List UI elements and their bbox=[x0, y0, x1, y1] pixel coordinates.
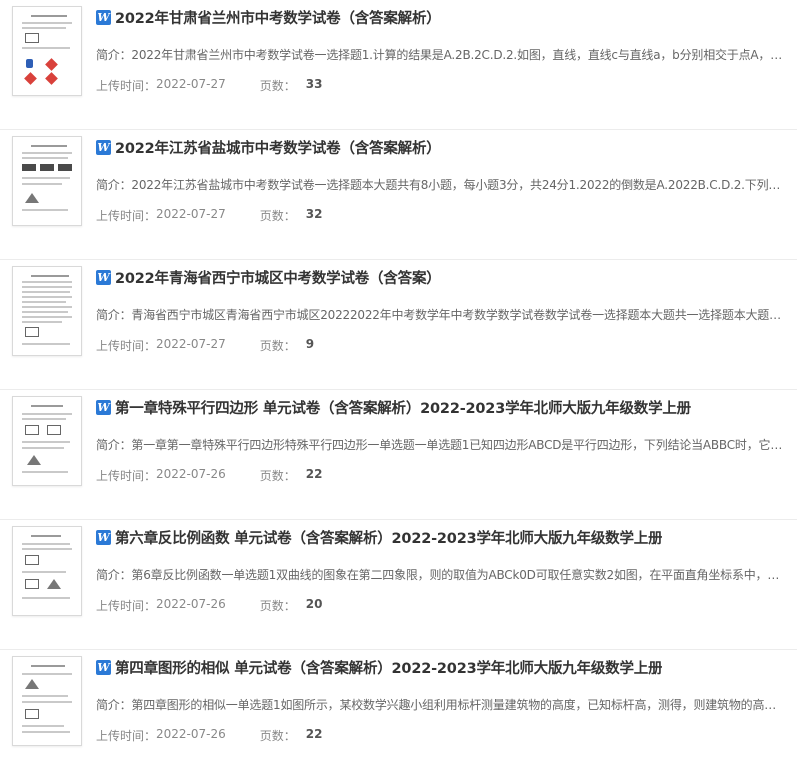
document-thumbnail[interactable] bbox=[12, 136, 82, 226]
upload-time-label: 上传时间： bbox=[96, 599, 157, 613]
upload-time-label: 上传时间： bbox=[96, 469, 157, 483]
summary-label: 简介： bbox=[96, 178, 132, 192]
page-count: 33 bbox=[305, 77, 323, 91]
document-meta: 上传时间： 2022-07-27 页数： 33 bbox=[96, 77, 322, 94]
document-meta: 上传时间： 2022-07-26 页数： 20 bbox=[96, 597, 322, 614]
page-count: 9 bbox=[305, 337, 315, 351]
summary-text: 第一章第一章特殊平行四边形特殊平行四边形一单选题一单选题1已知四边形ABCD是平… bbox=[131, 438, 783, 452]
document-title[interactable]: 第六章反比例函数 单元试卷（含答案解析）2022-2023学年北师大版九年级数学… bbox=[115, 527, 662, 548]
document-thumbnail[interactable] bbox=[12, 6, 82, 96]
summary-label: 简介： bbox=[96, 698, 132, 712]
document-thumbnail[interactable] bbox=[12, 266, 82, 356]
summary-text: 青海省西宁市城区青海省西宁市城区20222022年中考数学年中考数学数学试卷数学… bbox=[131, 308, 781, 322]
summary-label: 简介： bbox=[96, 568, 132, 582]
word-document-icon: W bbox=[96, 9, 111, 25]
document-meta: 上传时间： 2022-07-27 页数： 9 bbox=[96, 337, 314, 354]
pages-label: 页数： bbox=[259, 209, 296, 223]
document-meta: 上传时间： 2022-07-27 页数： 32 bbox=[96, 207, 322, 224]
list-item[interactable]: W 第四章图形的相似 单元试卷（含答案解析）2022-2023学年北师大版九年级… bbox=[0, 650, 797, 780]
word-document-icon: W bbox=[96, 659, 111, 675]
summary-text: 第四章图形的相似一单选题1如图所示，某校数学兴趣小组利用标杆测量建筑物的高度，已… bbox=[131, 698, 777, 712]
summary-label: 简介： bbox=[96, 48, 132, 62]
upload-time-label: 上传时间： bbox=[96, 729, 157, 743]
upload-date: 2022-07-26 bbox=[156, 597, 226, 611]
pages-label: 页数： bbox=[259, 339, 296, 353]
page-count: 22 bbox=[305, 467, 323, 481]
list-item[interactable]: W 第六章反比例函数 单元试卷（含答案解析）2022-2023学年北师大版九年级… bbox=[0, 520, 797, 650]
document-title[interactable]: 第一章特殊平行四边形 单元试卷（含答案解析）2022-2023学年北师大版九年级… bbox=[115, 397, 691, 418]
upload-time-label: 上传时间： bbox=[96, 339, 157, 353]
summary-label: 简介： bbox=[96, 438, 132, 452]
summary-text: 2022年江苏省盐城市中考数学试卷一选择题本大题共有8小题，每小题3分，共24分… bbox=[131, 178, 789, 192]
upload-date: 2022-07-26 bbox=[156, 727, 226, 741]
word-document-icon: W bbox=[96, 399, 111, 415]
list-item[interactable]: W 2022年江苏省盐城市中考数学试卷（含答案解析） 简介：2022年江苏省盐城… bbox=[0, 130, 797, 260]
document-list: W 2022年甘肃省兰州市中考数学试卷（含答案解析） 简介：2022年甘肃省兰州… bbox=[0, 0, 797, 780]
page-count: 32 bbox=[305, 207, 323, 221]
document-meta: 上传时间： 2022-07-26 页数： 22 bbox=[96, 467, 322, 484]
list-item[interactable]: W 2022年青海省西宁市城区中考数学试卷（含答案） 简介：青海省西宁市城区青海… bbox=[0, 260, 797, 390]
document-meta: 上传时间： 2022-07-26 页数： 22 bbox=[96, 727, 322, 744]
summary-text: 第6章反比例函数一单选题1双曲线的图象在第二四象限，则的取值为ABCk0D可取任… bbox=[131, 568, 780, 582]
document-summary: 简介：第6章反比例函数一单选题1双曲线的图象在第二四象限，则的取值为ABCk0D… bbox=[96, 566, 789, 583]
document-summary: 简介：第四章图形的相似一单选题1如图所示，某校数学兴趣小组利用标杆测量建筑物的高… bbox=[96, 696, 789, 713]
document-summary: 简介：2022年甘肃省兰州市中考数学试卷一选择题1.计算的结果是A.2B.2C.… bbox=[96, 46, 789, 63]
list-item[interactable]: W 第一章特殊平行四边形 单元试卷（含答案解析）2022-2023学年北师大版九… bbox=[0, 390, 797, 520]
document-thumbnail[interactable] bbox=[12, 396, 82, 486]
document-title[interactable]: 2022年甘肃省兰州市中考数学试卷（含答案解析） bbox=[115, 7, 441, 28]
upload-date: 2022-07-27 bbox=[156, 77, 226, 91]
document-thumbnail[interactable] bbox=[12, 656, 82, 746]
summary-label: 简介： bbox=[96, 308, 132, 322]
document-title[interactable]: 第四章图形的相似 单元试卷（含答案解析）2022-2023学年北师大版九年级数学… bbox=[115, 657, 662, 678]
document-summary: 简介：青海省西宁市城区青海省西宁市城区20222022年中考数学年中考数学数学试… bbox=[96, 306, 789, 323]
document-summary: 简介：2022年江苏省盐城市中考数学试卷一选择题本大题共有8小题，每小题3分，共… bbox=[96, 176, 789, 193]
pages-label: 页数： bbox=[259, 469, 296, 483]
upload-date: 2022-07-27 bbox=[156, 337, 226, 351]
summary-text: 2022年甘肃省兰州市中考数学试卷一选择题1.计算的结果是A.2B.2C.D.2… bbox=[131, 48, 789, 62]
document-title[interactable]: 2022年青海省西宁市城区中考数学试卷（含答案） bbox=[115, 267, 441, 288]
upload-time-label: 上传时间： bbox=[96, 209, 157, 223]
word-document-icon: W bbox=[96, 139, 111, 155]
page-count: 20 bbox=[305, 597, 323, 611]
page-count: 22 bbox=[305, 727, 323, 741]
word-document-icon: W bbox=[96, 269, 111, 285]
upload-date: 2022-07-26 bbox=[156, 467, 226, 481]
word-document-icon: W bbox=[96, 529, 111, 545]
upload-date: 2022-07-27 bbox=[156, 207, 226, 221]
pages-label: 页数： bbox=[259, 599, 296, 613]
pages-label: 页数： bbox=[259, 729, 296, 743]
document-thumbnail[interactable] bbox=[12, 526, 82, 616]
document-summary: 简介：第一章第一章特殊平行四边形特殊平行四边形一单选题一单选题1已知四边形ABC… bbox=[96, 436, 789, 453]
document-title[interactable]: 2022年江苏省盐城市中考数学试卷（含答案解析） bbox=[115, 137, 441, 158]
pages-label: 页数： bbox=[259, 79, 296, 93]
upload-time-label: 上传时间： bbox=[96, 79, 157, 93]
list-item[interactable]: W 2022年甘肃省兰州市中考数学试卷（含答案解析） 简介：2022年甘肃省兰州… bbox=[0, 0, 797, 130]
